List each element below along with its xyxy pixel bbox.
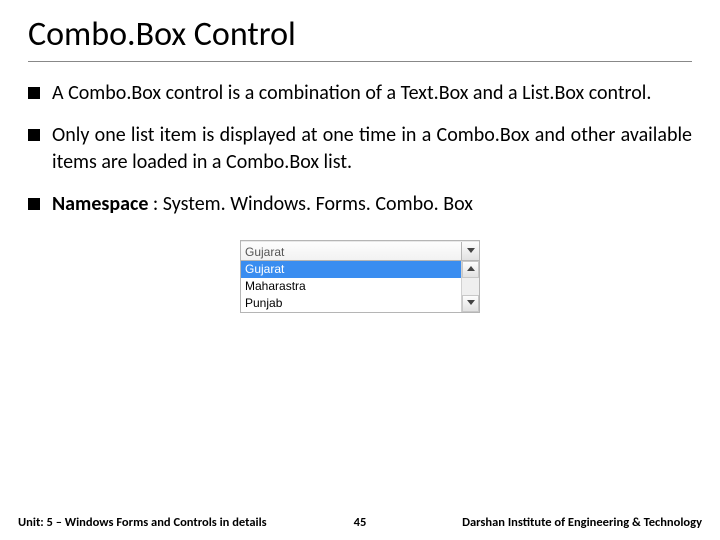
namespace-value: : System. Windows. Forms. Combo. Box — [148, 192, 472, 216]
bullet-text: A Combo.Box control is a combination of … — [52, 80, 692, 106]
page-title: Combo.Box Control — [28, 14, 692, 62]
combobox-input-row[interactable]: Gujarat — [241, 241, 479, 261]
bullet-text: Only one list item is displayed at one t… — [52, 122, 692, 175]
footer-page-number: 45 — [325, 515, 395, 530]
footer: Unit: 5 – Windows Forms and Controls in … — [0, 515, 720, 530]
footer-institute: Darshan Institute of Engineering & Techn… — [395, 515, 702, 530]
combobox-option[interactable]: Maharastra — [241, 278, 461, 295]
dropdown-button[interactable] — [461, 242, 479, 260]
combobox[interactable]: Gujarat Gujarat Maharastra Punjab — [240, 240, 480, 313]
scroll-down-button[interactable] — [462, 295, 479, 312]
bullet-mark-icon — [28, 198, 40, 210]
combobox-input[interactable]: Gujarat — [241, 242, 461, 260]
scrollbar[interactable] — [461, 261, 479, 312]
namespace-label: Namespace — [52, 192, 148, 216]
chevron-down-icon — [467, 248, 475, 254]
combobox-list[interactable]: Gujarat Maharastra Punjab — [241, 261, 479, 312]
bullet-item: Only one list item is displayed at one t… — [28, 122, 692, 175]
bullet-item: Namespace : System. Windows. Forms. Comb… — [28, 191, 692, 217]
combobox-items: Gujarat Maharastra Punjab — [241, 261, 461, 312]
bullet-mark-icon — [28, 129, 40, 141]
scroll-up-button[interactable] — [462, 261, 479, 278]
chevron-down-icon — [467, 300, 475, 306]
bullet-text: Namespace : System. Windows. Forms. Comb… — [52, 191, 692, 217]
bullet-item: A Combo.Box control is a combination of … — [28, 80, 692, 106]
chevron-up-icon — [467, 266, 475, 272]
footer-unit: Unit: 5 – Windows Forms and Controls in … — [18, 515, 325, 530]
combobox-option[interactable]: Gujarat — [241, 261, 461, 278]
combobox-option[interactable]: Punjab — [241, 295, 461, 312]
bullet-list: A Combo.Box control is a combination of … — [28, 80, 692, 218]
slide: Combo.Box Control A Combo.Box control is… — [0, 0, 720, 540]
bullet-mark-icon — [28, 87, 40, 99]
